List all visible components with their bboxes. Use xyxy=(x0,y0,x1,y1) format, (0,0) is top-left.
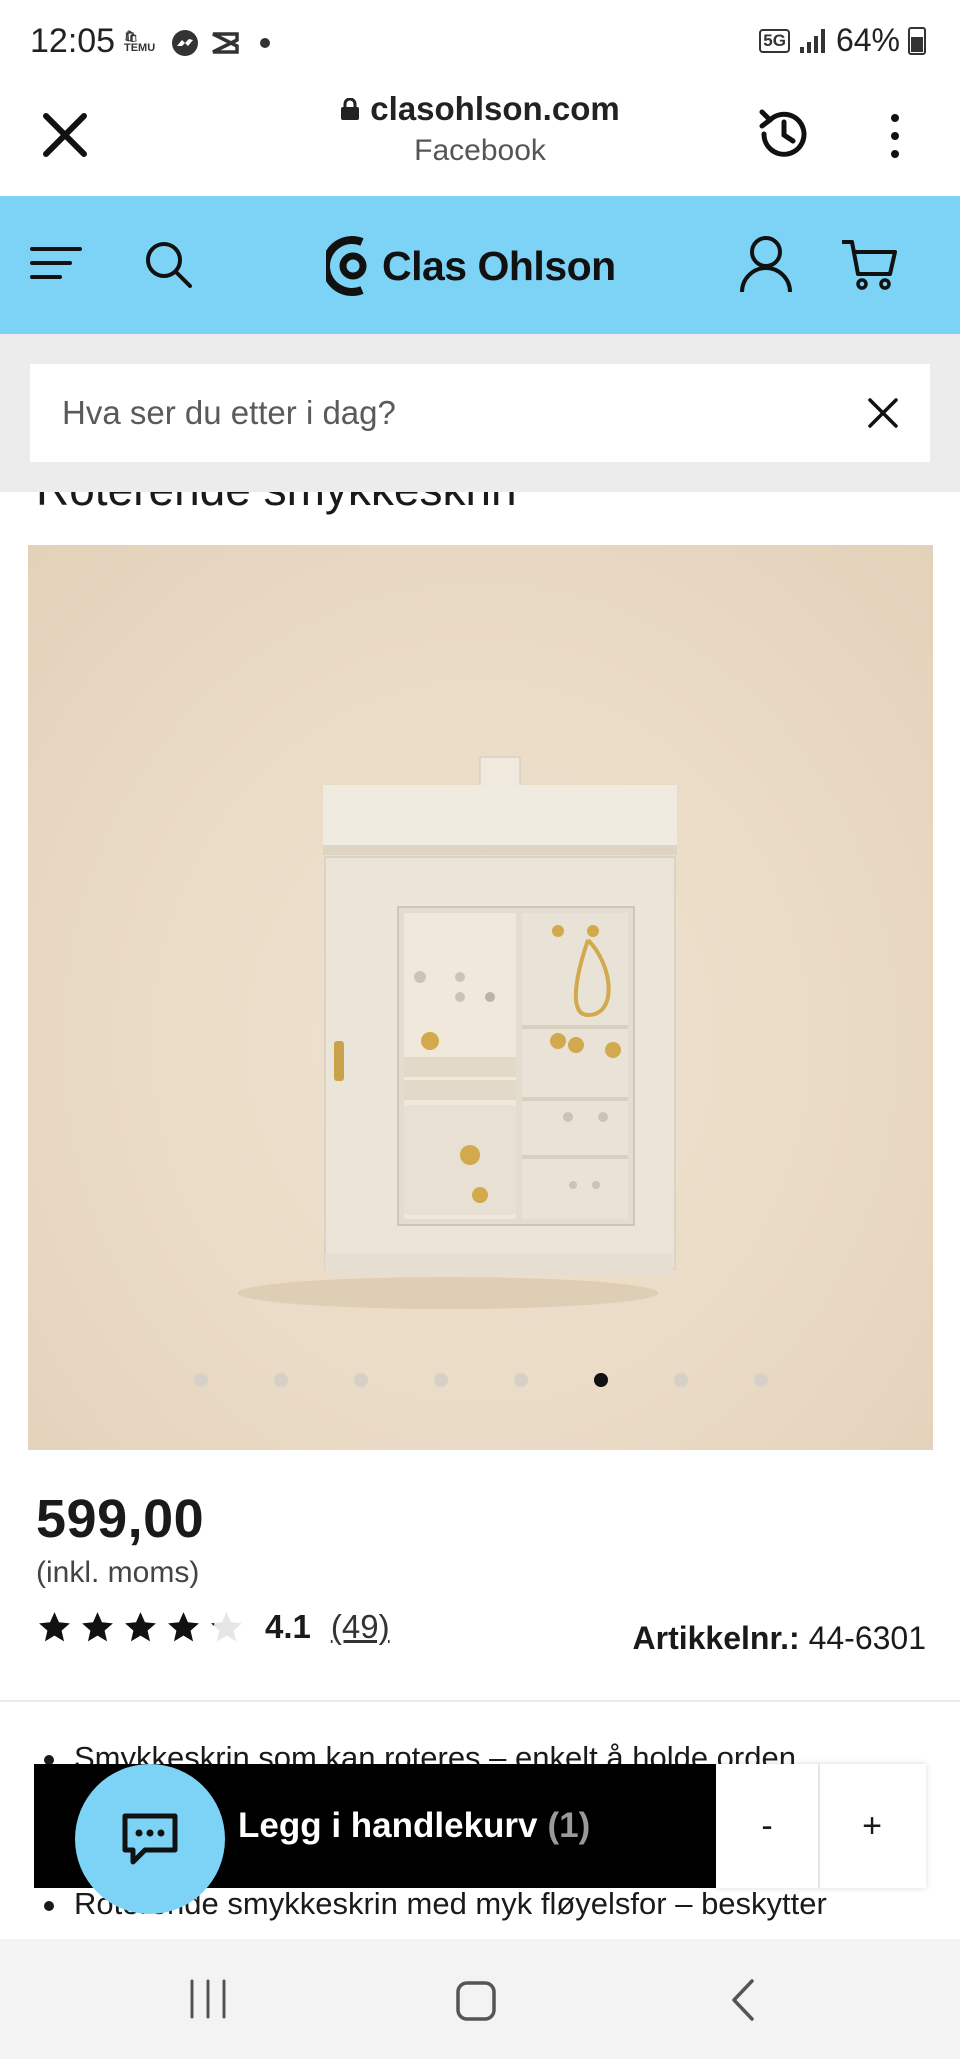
status-notification-icons: 🛍 TEMU xyxy=(124,28,270,58)
clear-icon[interactable] xyxy=(860,390,906,436)
status-time: 12:05 xyxy=(30,22,116,60)
quantity-increase-button[interactable]: + xyxy=(820,1764,924,1888)
carousel-dot[interactable] xyxy=(433,1373,448,1387)
carousel-dot[interactable] xyxy=(193,1373,208,1387)
signal-icon xyxy=(799,28,825,53)
status-system-icons: 5G 64% xyxy=(759,22,926,59)
carousel-dot[interactable] xyxy=(513,1373,528,1387)
star-filled-icon xyxy=(125,1611,156,1641)
quantity-decrease-button[interactable]: - xyxy=(716,1764,820,1888)
url-domain: clasohlson.com xyxy=(370,90,620,127)
more-notifications-dot xyxy=(260,38,270,48)
home-icon[interactable] xyxy=(454,1979,498,2023)
chat-icon xyxy=(122,1813,178,1865)
site-header: Clas Ohlson xyxy=(0,196,960,334)
account-icon[interactable] xyxy=(738,234,794,294)
search-box xyxy=(30,364,930,462)
battery-icon xyxy=(908,26,926,55)
page: 12:05 🛍 TEMU 5G 64% clasohlson.com Faceb… xyxy=(0,0,960,2059)
recent-apps-icon[interactable] xyxy=(186,1977,230,2021)
product-image[interactable] xyxy=(28,545,933,1450)
search-area xyxy=(0,334,960,492)
temu-notification-icon: 🛍 TEMU xyxy=(124,31,156,54)
add-to-cart-label: Legg i handlekurv xyxy=(238,1806,538,1845)
article-number-label: Artikkelnr.: xyxy=(632,1620,800,1656)
network-type-icon: 5G xyxy=(759,28,790,53)
product-price: 599,00 xyxy=(36,1489,205,1549)
product-rating[interactable]: 4.1 (49) xyxy=(36,1608,390,1646)
rating-value: 4.1 xyxy=(265,1608,311,1645)
more-vertical-icon[interactable] xyxy=(880,108,910,164)
article-number-value: 44-6301 xyxy=(808,1620,926,1656)
rating-stars xyxy=(36,1609,245,1646)
section-divider xyxy=(0,1700,960,1702)
cart-icon[interactable] xyxy=(840,236,898,292)
carousel-dot[interactable] xyxy=(353,1373,368,1387)
brand-logo-mark-icon xyxy=(326,236,367,296)
lock-icon xyxy=(341,98,360,120)
review-count-link[interactable]: (49) xyxy=(331,1608,390,1646)
menu-icon[interactable] xyxy=(30,241,82,285)
back-icon[interactable] xyxy=(726,1977,762,2023)
add-to-cart-quantity: (1) xyxy=(547,1806,591,1845)
carousel-dot[interactable] xyxy=(753,1373,768,1387)
article-number: Artikkelnr.: 44-6301 xyxy=(633,1620,927,1657)
carousel-dots xyxy=(28,1373,933,1387)
status-bar: 12:05 🛍 TEMU 5G 64% xyxy=(0,0,960,84)
star-filled-icon xyxy=(168,1611,199,1641)
history-icon[interactable] xyxy=(752,102,816,166)
jewelry-box-illustration xyxy=(238,756,677,1309)
close-icon[interactable] xyxy=(36,106,94,164)
battery-percentage: 64% xyxy=(835,22,900,58)
search-input[interactable] xyxy=(62,388,842,438)
chat-button[interactable] xyxy=(75,1764,225,1914)
star-filled-icon xyxy=(82,1611,113,1641)
star-filled-icon xyxy=(39,1611,70,1641)
brand-name: Clas Ohlson xyxy=(382,242,616,289)
capcut-icon xyxy=(212,32,239,54)
address-bar[interactable]: clasohlson.com Facebook xyxy=(230,90,730,168)
carousel-dot[interactable] xyxy=(273,1373,288,1387)
brand-logo[interactable]: Clas Ohlson xyxy=(326,232,616,300)
browser-bar: clasohlson.com Facebook xyxy=(0,84,960,196)
price-vat-note: (inkl. moms) xyxy=(36,1556,200,1589)
system-navigation-bar xyxy=(0,1939,960,2059)
search-icon[interactable] xyxy=(142,238,194,290)
star-partial-icon xyxy=(211,1611,242,1641)
carousel-dot[interactable] xyxy=(673,1373,688,1387)
carousel-dot-active[interactable] xyxy=(593,1373,608,1387)
url-subtitle: Facebook xyxy=(414,134,546,167)
messenger-icon xyxy=(172,30,198,56)
